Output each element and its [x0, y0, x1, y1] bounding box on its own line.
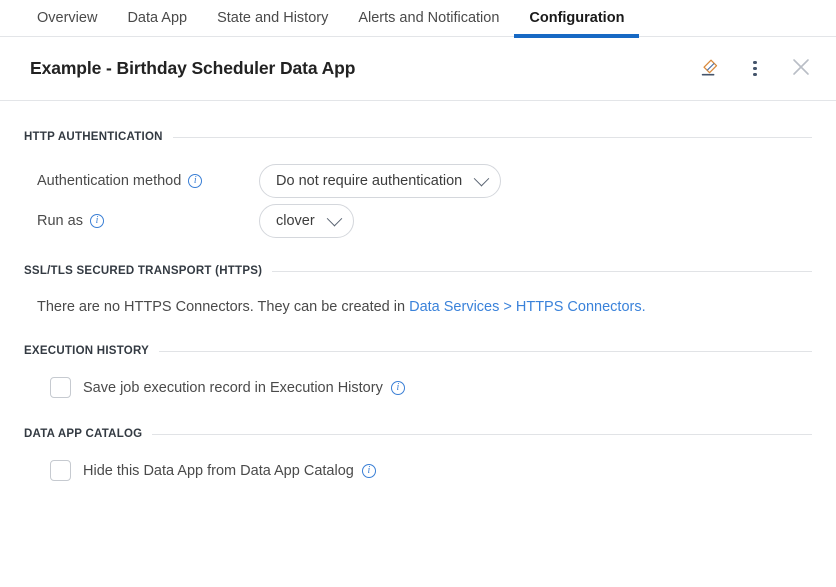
info-icon-execution-history[interactable]: i	[391, 381, 405, 395]
section-header-execution-history: EXECUTION HISTORY	[24, 345, 812, 357]
select-authentication-method[interactable]: Do not require authentication	[259, 164, 501, 198]
eraser-button[interactable]	[694, 54, 724, 84]
section-title-http-authentication: HTTP AUTHENTICATION	[24, 131, 163, 143]
link-data-services-https-connectors[interactable]: Data Services > HTTPS Connectors.	[409, 299, 646, 315]
tab-configuration[interactable]: Configuration	[514, 0, 639, 37]
select-authentication-method-value: Do not require authentication	[276, 173, 462, 189]
tab-overview-label: Overview	[37, 10, 97, 26]
tab-overview[interactable]: Overview	[22, 0, 112, 37]
section-header-data-app-catalog: DATA APP CATALOG	[24, 428, 812, 440]
checkbox-row-hide-data-app: Hide this Data App from Data App Catalog…	[24, 440, 812, 481]
label-run-as-text: Run as	[37, 213, 83, 229]
main-tab-bar: Overview Data App State and History Aler…	[0, 0, 836, 37]
tab-state-and-history[interactable]: State and History	[202, 0, 343, 37]
field-row-authentication-method: Authentication method i Do not require a…	[24, 161, 812, 201]
eraser-icon	[698, 56, 720, 81]
close-icon	[789, 55, 813, 82]
tab-configuration-label: Configuration	[529, 10, 624, 26]
chevron-down-icon	[326, 210, 342, 226]
section-divider	[173, 137, 812, 138]
info-icon-authentication-method[interactable]: i	[188, 174, 202, 188]
section-title-data-app-catalog: DATA APP CATALOG	[24, 428, 142, 440]
tab-state-and-history-label: State and History	[217, 10, 328, 26]
checkbox-row-save-job-execution-record: Save job execution record in Execution H…	[24, 357, 812, 398]
tab-data-app[interactable]: Data App	[112, 0, 202, 37]
label-authentication-method: Authentication method i	[24, 173, 259, 189]
section-divider	[152, 434, 812, 435]
https-connectors-message-text: There are no HTTPS Connectors. They can …	[37, 299, 409, 315]
section-divider	[159, 351, 812, 352]
label-authentication-method-text: Authentication method	[37, 173, 181, 189]
page-title: Example - Birthday Scheduler Data App	[30, 58, 694, 79]
select-run-as-value: clover	[276, 213, 315, 229]
section-title-execution-history: EXECUTION HISTORY	[24, 345, 149, 357]
title-actions	[694, 54, 816, 84]
info-icon-run-as[interactable]: i	[90, 214, 104, 228]
info-icon-data-app-catalog[interactable]: i	[362, 464, 376, 478]
more-options-icon	[753, 61, 757, 77]
tab-alerts-and-notification[interactable]: Alerts and Notification	[343, 0, 514, 37]
select-run-as[interactable]: clover	[259, 204, 354, 238]
panel-title-bar: Example - Birthday Scheduler Data App	[0, 37, 836, 101]
more-options-button[interactable]	[740, 54, 770, 84]
tab-data-app-label: Data App	[127, 10, 187, 26]
checkbox-label-save-job-execution-record[interactable]: Save job execution record in Execution H…	[83, 380, 405, 396]
checkbox-hide-data-app[interactable]	[50, 460, 71, 481]
section-header-ssl-tls: SSL/TLS SECURED TRANSPORT (HTTPS)	[24, 265, 812, 277]
field-row-run-as: Run as i clover	[24, 201, 812, 241]
section-title-ssl-tls: SSL/TLS SECURED TRANSPORT (HTTPS)	[24, 265, 262, 277]
close-button[interactable]	[786, 54, 816, 84]
tab-alerts-and-notification-label: Alerts and Notification	[358, 10, 499, 26]
chevron-down-icon	[474, 170, 490, 186]
checkbox-label-hide-data-app[interactable]: Hide this Data App from Data App Catalog…	[83, 463, 376, 479]
https-connectors-message: There are no HTTPS Connectors. They can …	[24, 277, 812, 315]
configuration-panel: HTTP AUTHENTICATION Authentication metho…	[0, 101, 836, 481]
checkbox-save-job-execution-record[interactable]	[50, 377, 71, 398]
checkbox-label-text: Hide this Data App from Data App Catalog	[83, 463, 354, 479]
section-header-http-authentication: HTTP AUTHENTICATION	[24, 131, 812, 143]
checkbox-label-text: Save job execution record in Execution H…	[83, 380, 383, 396]
section-divider	[272, 271, 812, 272]
label-run-as: Run as i	[24, 213, 259, 229]
